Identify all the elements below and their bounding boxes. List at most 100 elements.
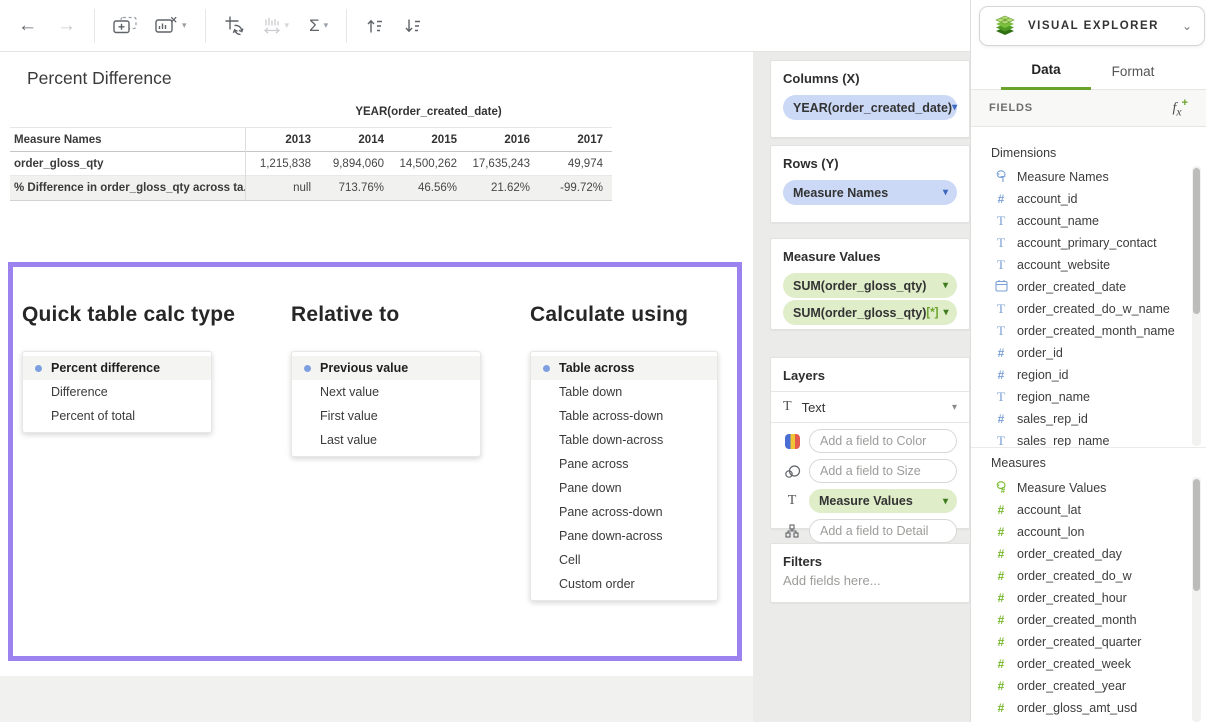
year-column-header[interactable]: 2014 bbox=[318, 134, 391, 146]
size-encoding-row: Add a field to Size bbox=[783, 459, 957, 483]
table-value-cell[interactable]: -99.72% bbox=[537, 182, 610, 194]
year-column-header[interactable]: 2013 bbox=[245, 134, 318, 146]
year-column-header[interactable]: 2016 bbox=[464, 134, 537, 146]
visual-explorer-logo-icon bbox=[992, 13, 1018, 39]
calc-option[interactable]: Pane down bbox=[531, 476, 717, 500]
calc-option[interactable]: Pane across bbox=[531, 452, 717, 476]
scrollbar-thumb[interactable] bbox=[1193, 168, 1200, 314]
calc-option[interactable]: Cell bbox=[531, 548, 717, 572]
field-item[interactable]: #account_lat bbox=[971, 499, 1193, 521]
calc-option[interactable]: Table down bbox=[531, 380, 717, 404]
filters-placeholder[interactable]: Add fields here... bbox=[783, 573, 957, 588]
add-calculated-field-button[interactable]: fx+ bbox=[1172, 97, 1188, 118]
columns-pill[interactable]: YEAR(order_created_date) ▾ bbox=[783, 95, 957, 120]
tab-data[interactable]: Data bbox=[1001, 52, 1091, 90]
calc-option[interactable]: Pane down-across bbox=[531, 524, 717, 548]
table-value-cell[interactable]: 1,215,838 bbox=[245, 158, 318, 170]
year-column-header[interactable]: 2015 bbox=[391, 134, 464, 146]
field-item[interactable]: #order_created_do_w bbox=[971, 565, 1193, 587]
calc-option[interactable]: Table across-down bbox=[531, 404, 717, 428]
table-value-cell[interactable]: 21.62% bbox=[464, 182, 537, 194]
field-item[interactable]: #order_created_week bbox=[971, 653, 1193, 675]
field-item[interactable]: Taccount_primary_contact bbox=[971, 232, 1193, 254]
measure-row-label[interactable]: order_gloss_qty bbox=[10, 158, 245, 170]
field-item[interactable]: #Measure Values bbox=[971, 477, 1193, 499]
field-item[interactable]: order_created_date bbox=[971, 276, 1193, 298]
calc-option[interactable]: Next value bbox=[292, 380, 480, 404]
calc-option[interactable]: Table across bbox=[531, 356, 717, 380]
measure-values-shelf: Measure Values SUM(order_gloss_qty) ▾ SU… bbox=[770, 238, 970, 330]
measure-values-pill-2[interactable]: SUM(order_gloss_qty) [*] ▾ bbox=[783, 300, 957, 325]
table-value-cell[interactable]: null bbox=[245, 182, 318, 194]
field-item[interactable]: #account_id bbox=[971, 188, 1193, 210]
new-visualization-button[interactable] bbox=[109, 9, 141, 43]
table-value-cell[interactable]: 17,635,243 bbox=[464, 158, 537, 170]
rows-pill[interactable]: Measure Names ▾ bbox=[783, 180, 957, 205]
field-item[interactable]: Torder_created_month_name bbox=[971, 320, 1193, 342]
field-item[interactable]: Torder_created_do_w_name bbox=[971, 298, 1193, 320]
measure-values-pill-1[interactable]: SUM(order_gloss_qty) ▾ bbox=[783, 273, 957, 298]
calc-option[interactable]: Previous value bbox=[292, 356, 480, 380]
field-label: order_id bbox=[1017, 346, 1063, 360]
calc-option[interactable]: Last value bbox=[292, 428, 480, 452]
swap-axes-button[interactable] bbox=[220, 9, 249, 43]
field-label: account_id bbox=[1017, 192, 1077, 206]
chevron-down-icon: ▾ bbox=[943, 280, 948, 291]
calc-option[interactable]: Percent of total bbox=[23, 404, 211, 428]
field-item[interactable]: #account_lon bbox=[971, 521, 1193, 543]
field-item[interactable]: Taccount_name bbox=[971, 210, 1193, 232]
calc-option[interactable]: Pane across-down bbox=[531, 500, 717, 524]
detail-field-input[interactable]: Add a field to Detail bbox=[809, 519, 957, 543]
visual-explorer-button[interactable]: VISUAL EXPLORER ⌄ bbox=[979, 6, 1205, 46]
measure-row-label[interactable]: % Difference in order_gloss_qty across t… bbox=[10, 182, 245, 194]
back-button[interactable]: ← bbox=[14, 9, 41, 43]
table-value-cell[interactable]: 14,500,262 bbox=[391, 158, 464, 170]
layer-type-label: Text bbox=[802, 400, 826, 415]
aggregate-button[interactable]: Σ ▾ bbox=[305, 9, 332, 43]
calc-option[interactable]: Custom order bbox=[531, 572, 717, 596]
sigma-icon: Σ bbox=[309, 16, 320, 36]
tab-format[interactable]: Format bbox=[1093, 52, 1173, 90]
field-item[interactable]: #region_id bbox=[971, 364, 1193, 386]
table-value-cell[interactable]: 46.56% bbox=[391, 182, 464, 194]
table-calc-badge: [*] bbox=[926, 307, 938, 319]
table-value-cell[interactable]: 713.76% bbox=[318, 182, 391, 194]
field-label: order_created_month_name bbox=[1017, 324, 1175, 338]
field-item[interactable]: Taccount_website bbox=[971, 254, 1193, 276]
calc-option[interactable]: Percent difference bbox=[23, 356, 211, 380]
field-item[interactable]: #order_created_quarter bbox=[971, 631, 1193, 653]
calc-option[interactable]: Table down-across bbox=[531, 428, 717, 452]
field-item[interactable]: #order_created_month bbox=[971, 609, 1193, 631]
text-icon: T bbox=[993, 213, 1009, 229]
forward-button[interactable]: → bbox=[53, 9, 80, 43]
selected-dot-icon bbox=[543, 365, 550, 372]
table-value-cell[interactable]: 49,974 bbox=[537, 158, 610, 170]
size-field-input[interactable]: Add a field to Size bbox=[809, 459, 957, 483]
year-column-header[interactable]: 2017 bbox=[537, 134, 610, 146]
sort-ascending-button[interactable] bbox=[361, 9, 389, 43]
field-item[interactable]: #order_created_year bbox=[971, 675, 1193, 697]
sort-descending-button[interactable] bbox=[399, 9, 427, 43]
calc-option[interactable]: First value bbox=[292, 404, 480, 428]
table-row: order_gloss_qty1,215,8389,894,06014,500,… bbox=[10, 152, 612, 176]
remove-visualization-button[interactable]: ▾ bbox=[151, 9, 191, 43]
field-item[interactable]: #sales_rep_id bbox=[971, 408, 1193, 430]
row-header-label[interactable]: Measure Names bbox=[10, 134, 245, 146]
field-item[interactable]: Tregion_name bbox=[971, 386, 1193, 408]
text-encoding-pill[interactable]: Measure Values ▾ bbox=[809, 489, 957, 513]
field-item[interactable]: #order_created_hour bbox=[971, 587, 1193, 609]
calc-option[interactable]: Difference bbox=[23, 380, 211, 404]
field-item[interactable]: #order_created_day bbox=[971, 543, 1193, 565]
layer-type-selector[interactable]: T Text ▾ bbox=[771, 392, 969, 423]
scrollbar-thumb[interactable] bbox=[1193, 479, 1200, 591]
field-item[interactable]: #order_gloss_amt_usd bbox=[971, 697, 1193, 719]
color-field-input[interactable]: Add a field to Color bbox=[809, 429, 957, 453]
text-icon: T bbox=[993, 235, 1009, 251]
field-item[interactable]: Tsales_rep_name bbox=[971, 430, 1193, 446]
table-value-cell[interactable]: 9,894,060 bbox=[318, 158, 391, 170]
color-icon bbox=[783, 434, 801, 449]
fit-axes-button[interactable]: ▾ bbox=[259, 9, 294, 43]
field-item[interactable]: TMeasure Names bbox=[971, 166, 1193, 188]
dimensions-list: TMeasure Names#account_idTaccount_nameTa… bbox=[971, 166, 1193, 446]
field-item[interactable]: #order_id bbox=[971, 342, 1193, 364]
